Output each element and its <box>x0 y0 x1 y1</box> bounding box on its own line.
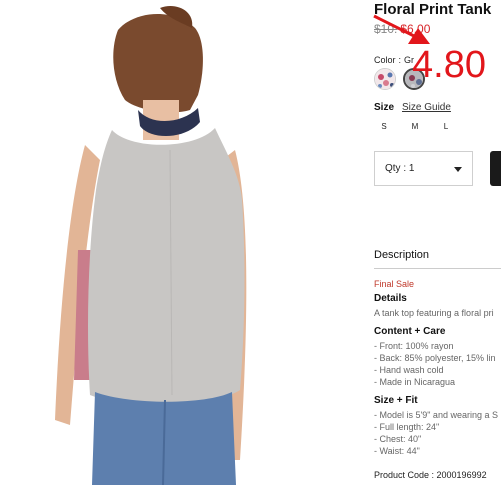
list-item: - Made in Nicaragua <box>374 377 456 387</box>
list-item: - Back: 85% polyester, 15% lin <box>374 353 496 363</box>
size-option-m[interactable]: M <box>409 122 421 131</box>
add-to-bag-button[interactable] <box>490 151 501 186</box>
product-code: Product Code : 2000196992 <box>374 470 487 480</box>
size-fit-title: Size + Fit <box>374 395 418 406</box>
size-label: Size <box>374 102 395 113</box>
description-divider <box>374 268 501 269</box>
size-option-s[interactable]: S <box>378 122 390 131</box>
details-title: Details <box>374 293 407 304</box>
color-row: Color: Gr <box>374 55 414 65</box>
floral-pattern-icon <box>375 69 395 89</box>
color-swatch-floral[interactable] <box>374 68 396 90</box>
size-option-l[interactable]: L <box>440 122 452 131</box>
list-item: - Full length: 24" <box>374 422 440 432</box>
size-fit-list: - Model is 5'9" and wearing a S - Full l… <box>374 409 498 457</box>
color-label: Color <box>374 55 396 65</box>
final-sale-label: Final Sale <box>374 279 415 289</box>
overlay-price-annotation: 4.80 <box>412 44 486 86</box>
list-item: - Model is 5'9" and wearing a S <box>374 410 498 420</box>
details-text: A tank top featuring a floral pri <box>374 308 494 318</box>
list-item: - Hand wash cold <box>374 365 444 375</box>
quantity-select[interactable]: Qty : 1 <box>374 151 473 186</box>
color-separator: : <box>398 55 402 65</box>
list-item: - Front: 100% rayon <box>374 341 454 351</box>
content-care-title: Content + Care <box>374 326 446 337</box>
product-photo <box>0 0 320 485</box>
quantity-label: Qty : 1 <box>385 163 415 174</box>
size-row: Size Size Guide <box>374 102 451 113</box>
list-item: - Chest: 40" <box>374 434 422 444</box>
content-care-list: - Front: 100% rayon - Back: 85% polyeste… <box>374 340 496 388</box>
caret-down-icon <box>454 167 462 172</box>
model-wearing-tank-illustration <box>55 6 247 485</box>
description-heading: Description <box>374 249 430 261</box>
list-item: - Waist: 44" <box>374 446 420 456</box>
size-guide-link[interactable]: Size Guide <box>402 102 451 113</box>
